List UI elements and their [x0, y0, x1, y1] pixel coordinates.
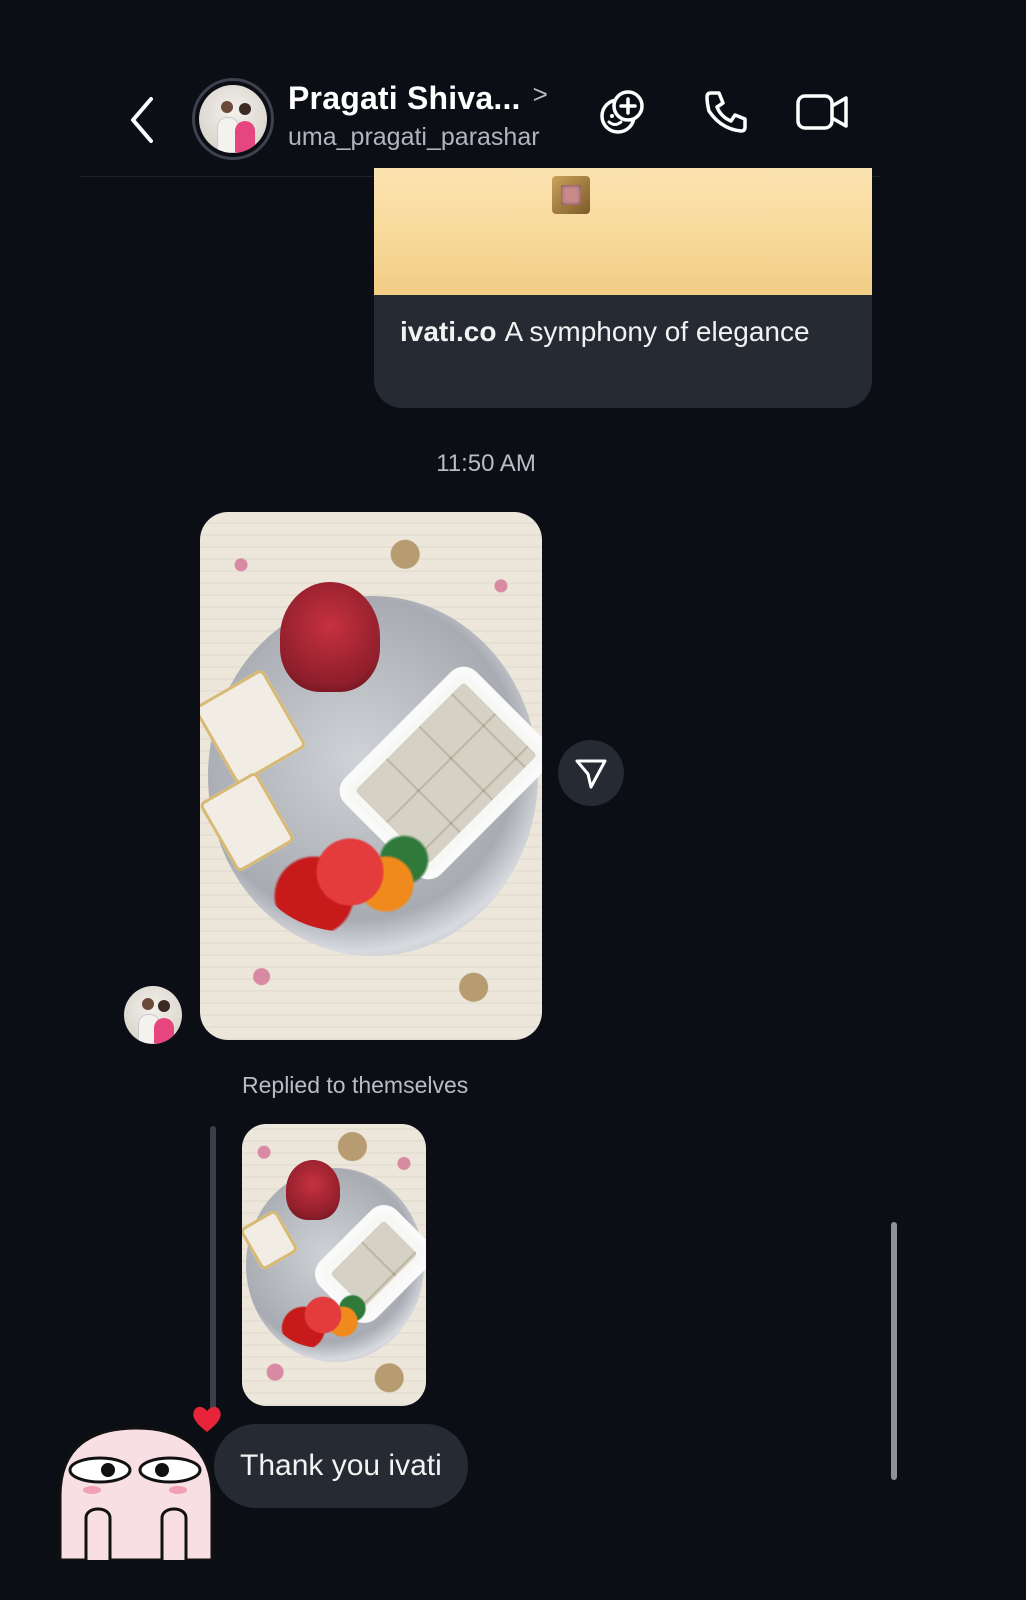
photo-red-idol: [280, 582, 380, 692]
message-bubble[interactable]: Thank you ivati: [214, 1424, 468, 1508]
message-text: Thank you ivati: [240, 1449, 442, 1482]
sender-avatar-woman-head: [158, 1000, 170, 1012]
phone-icon: [705, 91, 747, 133]
contact-name: Pragati Shiva...: [288, 80, 521, 116]
chevron-right-icon: >: [532, 79, 549, 109]
photo-threads: [260, 812, 440, 932]
link-domain: ivati.co: [400, 316, 497, 347]
contact-avatar[interactable]: [192, 78, 274, 160]
quoted-photo-threads: [274, 1282, 372, 1348]
photo-message[interactable]: [200, 512, 542, 1040]
send-paper-plane-icon: [575, 759, 607, 789]
replied-label: Replied to themselves: [242, 1072, 469, 1098]
contact-avatar-photo: [199, 85, 267, 153]
video-call-button[interactable]: [792, 82, 852, 142]
reply-indicator-bar: [210, 1126, 216, 1418]
avatar-effects-icon: [600, 90, 644, 134]
video-camera-icon: [796, 94, 848, 130]
sender-avatar-woman: [154, 1018, 174, 1044]
avatar-effects-button[interactable]: [592, 82, 652, 142]
link-preview-gem: [552, 176, 590, 214]
quoted-photo[interactable]: [242, 1124, 426, 1406]
contact-name-row: Pragati Shiva... >: [288, 79, 549, 117]
link-caption-text: A symphony of elegance: [504, 316, 810, 347]
message-timestamp: 11:50 AM: [436, 450, 536, 477]
contact-title-block[interactable]: Pragati Shiva... > uma_pragati_parashar: [288, 79, 549, 152]
link-preview-image: [374, 168, 872, 295]
shared-link-card[interactable]: ivati.co A symphony of elegance: [374, 168, 872, 408]
avatar-figure-man-head: [221, 101, 233, 113]
back-button[interactable]: [120, 88, 164, 152]
link-caption: ivati.co A symphony of elegance: [400, 316, 852, 348]
back-arrow-icon: [131, 97, 153, 143]
voice-call-button[interactable]: [696, 82, 756, 142]
sender-avatar-man-head: [142, 998, 154, 1010]
contact-username: uma_pragati_parashar: [288, 123, 540, 151]
pink-blob-sticker: [58, 1426, 214, 1560]
avatar-figure-woman-head: [239, 103, 251, 115]
share-forward-button[interactable]: [558, 740, 624, 806]
avatar-figure-woman: [235, 121, 255, 153]
chat-scrollbar[interactable]: [891, 1222, 897, 1480]
quoted-photo-idol: [286, 1160, 340, 1220]
sender-avatar[interactable]: [124, 986, 182, 1044]
